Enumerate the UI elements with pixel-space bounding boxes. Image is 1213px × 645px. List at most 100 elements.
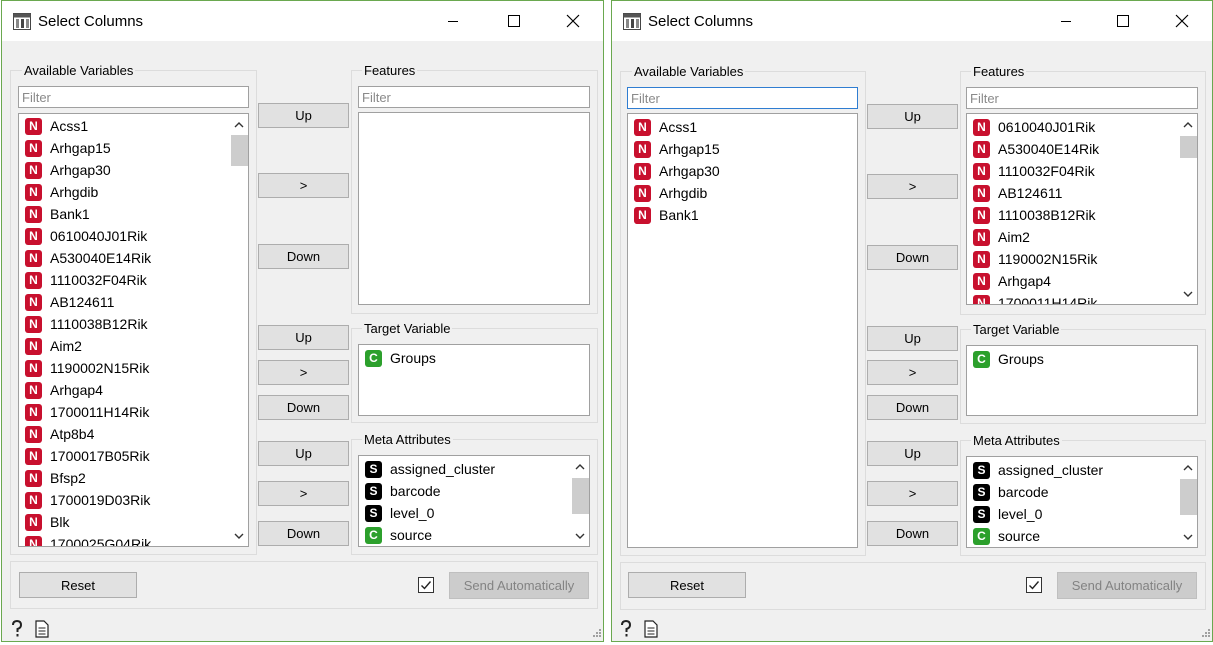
list-item[interactable]: N Blk — [25, 511, 69, 533]
scrollbar-thumb[interactable] — [572, 478, 589, 514]
scrollbar-thumb[interactable] — [1180, 479, 1197, 515]
meta-attributes-list[interactable]: Sassigned_cluster Sbarcode Slevel_0 Csource — [358, 455, 590, 547]
close-button[interactable] — [1159, 6, 1205, 36]
list-item[interactable]: N 1700025G04Rik — [25, 533, 151, 546]
reset-button[interactable]: Reset — [19, 572, 137, 598]
list-item[interactable]: Sassigned_cluster — [973, 459, 1103, 481]
list-item[interactable]: Csource — [973, 525, 1040, 547]
meta-scrollbar[interactable] — [570, 456, 589, 546]
send-automatically-button[interactable]: Send Automatically — [1057, 572, 1197, 599]
available-scrollbar[interactable] — [229, 114, 248, 546]
resize-grip-icon[interactable] — [592, 628, 602, 638]
list-item[interactable]: N Bank1 — [634, 204, 699, 226]
list-item[interactable]: N 0610040J01Rik — [25, 225, 147, 247]
meta-scrollbar[interactable] — [1178, 457, 1197, 547]
list-item[interactable]: Sbarcode — [973, 481, 1049, 503]
list-item[interactable]: N Arhgap4 — [25, 379, 103, 401]
resize-grip-icon[interactable] — [1201, 628, 1211, 638]
list-item[interactable]: C Groups — [365, 347, 436, 369]
list-item[interactable]: N Arhgdib — [634, 182, 707, 204]
features-filter-input[interactable] — [358, 86, 590, 108]
list-item[interactable]: N 1110032F04Rik — [973, 160, 1095, 182]
available-filter-input[interactable] — [18, 86, 249, 108]
scrollbar-thumb[interactable] — [1180, 136, 1197, 158]
list-item[interactable]: N 1700017B05Rik — [25, 445, 150, 467]
list-item[interactable]: N Arhgap4 — [973, 270, 1051, 292]
list-item[interactable]: N Arhgap30 — [634, 160, 720, 182]
list-item[interactable]: N 1700019D03Rik — [25, 489, 150, 511]
target-down-button[interactable]: Down — [867, 395, 958, 420]
list-item[interactable]: N 1190002N15Rik — [25, 357, 149, 379]
scroll-down-button[interactable] — [1178, 284, 1197, 304]
scroll-up-button[interactable] — [1178, 457, 1197, 477]
target-variable-list[interactable]: C Groups — [358, 344, 590, 416]
document-icon[interactable] — [643, 620, 659, 638]
question-mark-icon[interactable] — [618, 620, 634, 638]
available-filter-input[interactable] — [627, 87, 858, 109]
title-bar[interactable]: Select Columns — [2, 1, 603, 41]
meta-attributes-list[interactable]: Sassigned_cluster Sbarcode Slevel_0 Csource — [966, 456, 1198, 548]
meta-up-button[interactable]: Up — [867, 441, 958, 466]
list-item[interactable]: N Arhgdib — [25, 181, 98, 203]
list-item[interactable]: N AB124611 — [25, 291, 114, 313]
list-item[interactable]: N 1700011H14Rik — [25, 401, 149, 423]
features-up-button[interactable]: Up — [867, 104, 958, 129]
send-automatically-button[interactable]: Send Automatically — [449, 572, 589, 599]
question-mark-icon[interactable] — [9, 620, 25, 638]
meta-move-button[interactable]: > — [867, 481, 958, 506]
minimize-button[interactable] — [1043, 6, 1089, 36]
features-list[interactable] — [358, 112, 590, 305]
list-item[interactable]: N A530040E14Rik — [25, 247, 151, 269]
scrollbar-thumb[interactable] — [231, 135, 248, 166]
list-item[interactable]: N AB124611 — [973, 182, 1062, 204]
scroll-up-button[interactable] — [1178, 114, 1197, 134]
target-variable-list[interactable]: C Groups — [966, 345, 1198, 416]
meta-down-button[interactable]: Down — [867, 521, 958, 546]
list-item[interactable]: N Acss1 — [25, 115, 88, 137]
list-item[interactable]: N 1110038B12Rik — [973, 204, 1096, 226]
close-button[interactable] — [550, 6, 596, 36]
list-item[interactable]: N 1700011H14Rik — [973, 292, 1097, 304]
features-list[interactable]: N 0610040J01Rik N A530040E14Rik N 1110032F04R… — [966, 113, 1198, 305]
list-item[interactable]: N Aim2 — [25, 335, 82, 357]
scroll-up-button[interactable] — [570, 456, 589, 476]
list-item[interactable]: Slevel_0 — [973, 503, 1042, 525]
reset-button[interactable]: Reset — [628, 572, 746, 598]
title-bar[interactable]: Select Columns — [612, 1, 1212, 41]
features-move-button[interactable]: > — [867, 174, 958, 199]
auto-send-checkbox[interactable] — [418, 577, 434, 593]
features-filter-input[interactable] — [966, 87, 1198, 109]
list-item[interactable]: N Aim2 — [973, 226, 1030, 248]
scroll-down-button[interactable] — [229, 526, 248, 546]
list-item[interactable]: N Bank1 — [25, 203, 90, 225]
list-item[interactable]: Sassigned_cluster — [365, 458, 495, 480]
target-up-button[interactable]: Up — [258, 325, 349, 350]
meta-move-button[interactable]: > — [258, 481, 349, 506]
target-down-button[interactable]: Down — [258, 395, 349, 420]
list-item[interactable]: N 0610040J01Rik — [973, 116, 1095, 138]
list-item[interactable]: Sbarcode — [365, 480, 441, 502]
target-up-button[interactable]: Up — [867, 326, 958, 351]
scroll-down-button[interactable] — [1178, 527, 1197, 547]
list-item[interactable]: N Bfsp2 — [25, 467, 86, 489]
list-item[interactable]: N Arhgap15 — [634, 138, 720, 160]
list-item[interactable]: N Atp8b4 — [25, 423, 94, 445]
maximize-button[interactable] — [1100, 6, 1146, 36]
list-item[interactable]: N Acss1 — [634, 116, 697, 138]
list-item[interactable]: N 1110038B12Rik — [25, 313, 148, 335]
list-item[interactable]: N Arhgap30 — [25, 159, 111, 181]
auto-send-checkbox[interactable] — [1026, 577, 1042, 593]
target-move-button[interactable]: > — [258, 360, 349, 385]
list-item[interactable]: Slevel_0 — [365, 502, 434, 524]
maximize-button[interactable] — [491, 6, 537, 36]
features-down-button[interactable]: Down — [867, 245, 958, 270]
list-item[interactable]: C Groups — [973, 348, 1044, 370]
list-item[interactable]: Csource — [365, 524, 432, 546]
list-item[interactable]: N Arhgap15 — [25, 137, 111, 159]
minimize-button[interactable] — [430, 6, 476, 36]
target-move-button[interactable]: > — [867, 360, 958, 385]
list-item[interactable]: N 1110032F04Rik — [25, 269, 147, 291]
scroll-up-button[interactable] — [229, 114, 248, 134]
meta-down-button[interactable]: Down — [258, 521, 349, 546]
list-item[interactable]: N A530040E14Rik — [973, 138, 1099, 160]
